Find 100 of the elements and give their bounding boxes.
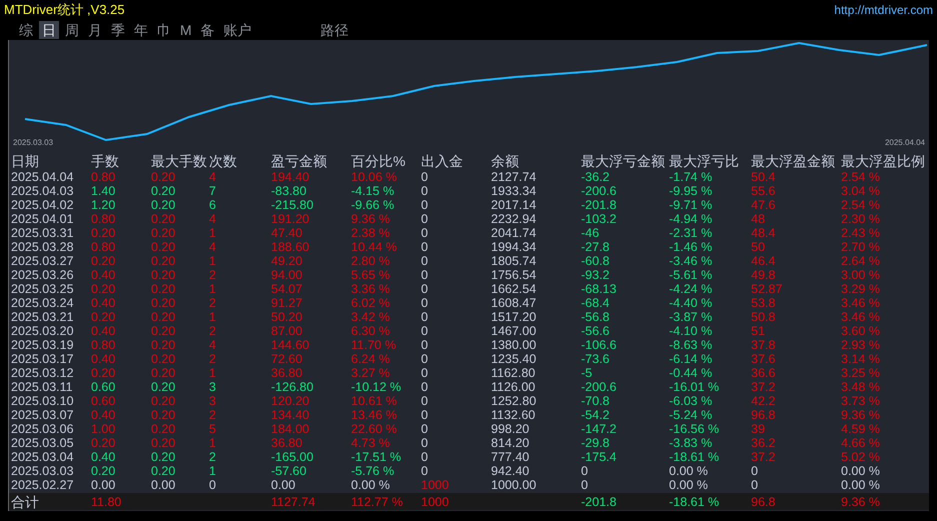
- period-tab[interactable]: 综: [16, 21, 36, 39]
- table-cell-text: 3.46 %: [841, 296, 881, 310]
- table-cell-text: -17.51 %: [351, 450, 402, 464]
- table-cell-text: 0.20: [91, 226, 116, 240]
- table-cell-text: 50.8: [751, 310, 776, 324]
- table-cell-text: 11.70 %: [351, 338, 397, 352]
- period-tab[interactable]: 周: [62, 21, 82, 39]
- table-cell-text: -68.13: [581, 282, 618, 296]
- table-cell-text: -5.61 %: [669, 268, 714, 282]
- table-cell-text: 0.20: [151, 366, 176, 380]
- column-header: 次数: [209, 153, 238, 170]
- table-cell-text: 2.38 %: [351, 226, 391, 240]
- table-cell-text: 3.48 %: [841, 380, 881, 394]
- table-cell-text: 0: [581, 478, 589, 492]
- period-tab[interactable]: 月: [85, 21, 105, 39]
- table-cell-text: 2.43 %: [841, 226, 881, 240]
- table-cell-text: 36.6: [751, 366, 776, 380]
- table-cell-text: 55.6: [751, 184, 776, 198]
- table-cell-text: 2232.94: [491, 212, 538, 226]
- period-tab[interactable]: 备: [198, 21, 218, 39]
- table-cell-text: 0.20: [151, 226, 176, 240]
- table-cell-text: -1.46 %: [669, 240, 714, 254]
- total-label: 合计: [11, 494, 40, 510]
- table-cell-text: 2025.03.28: [11, 240, 75, 254]
- table-cell-text: -147.2: [581, 422, 618, 436]
- table-cell-text: 36.2: [751, 436, 776, 450]
- table-cell-text: 3.04 %: [841, 184, 881, 198]
- table-cell-text: 0.20: [151, 240, 176, 254]
- table-cell-text: 3: [209, 380, 217, 394]
- table-cell-text: 72.60: [271, 352, 304, 366]
- table-cell-text: 6.24 %: [351, 352, 391, 366]
- table-cell-text: 3.60 %: [841, 324, 881, 338]
- table-cell-text: 2.64 %: [841, 254, 881, 268]
- table-cell-text: -56.8: [581, 310, 610, 324]
- table-cell-text: 2017.14: [491, 198, 538, 212]
- table-cell-text: 11.80: [91, 494, 122, 511]
- table-cell-text: 2025.03.24: [11, 296, 75, 310]
- table-cell-text: 184.00: [271, 422, 310, 436]
- period-tab[interactable]: 季: [108, 21, 128, 39]
- column-header: 百分比%: [351, 153, 406, 170]
- table-cell-text: 0.40: [91, 296, 116, 310]
- table-cell-text: 2: [209, 268, 217, 282]
- period-tab[interactable]: 日: [39, 21, 59, 39]
- table-cell-text: 0.20: [91, 310, 116, 324]
- table-cell-text: -1.74 %: [669, 170, 714, 184]
- table-cell-text: 2025.03.03: [11, 464, 75, 478]
- table-cell-text: -68.4: [581, 296, 610, 310]
- table-cell-text: 4.73 %: [351, 436, 391, 450]
- table-cell-text: 2.54 %: [841, 170, 881, 184]
- table-cell-text: 37.8: [751, 338, 776, 352]
- table-cell-text: 2025.03.31: [11, 226, 75, 240]
- table-cell-text: 1380.00: [491, 338, 538, 352]
- table-cell-text: 1.00: [91, 422, 116, 436]
- table-cell-text: 0.20: [91, 464, 116, 478]
- table-cell-text: 1994.34: [491, 240, 538, 254]
- table-cell-text: 0.00 %: [351, 478, 391, 492]
- table-cell-text: 52.87: [751, 282, 784, 296]
- table-cell-text: 0.40: [91, 450, 116, 464]
- table-cell-text: -18.61 %: [669, 450, 720, 464]
- website-link[interactable]: http://mtdriver.com: [834, 1, 933, 19]
- table-cell-text: 2025.02.27: [11, 478, 75, 492]
- table-cell-text: 0.20: [151, 422, 176, 436]
- table-cell-text: 48.4: [751, 226, 776, 240]
- table-cell-text: 0: [421, 324, 429, 338]
- table-cell-text: 0.00 %: [841, 464, 881, 478]
- table-cell-text: 144.60: [271, 338, 310, 352]
- table-cell-text: -27.8: [581, 240, 610, 254]
- table-cell-text: -57.60: [271, 464, 308, 478]
- table-cell-text: 1252.80: [491, 394, 538, 408]
- table-cell-text: 2025.04.01: [11, 212, 75, 226]
- table-cell-text: 0: [421, 226, 429, 240]
- table-cell-text: 0.40: [91, 268, 116, 282]
- period-tab[interactable]: 年: [131, 21, 151, 39]
- column-header: 最大浮盈比例: [841, 153, 926, 170]
- table-cell-text: -29.8: [581, 436, 610, 450]
- period-tab[interactable]: 路径: [318, 21, 352, 39]
- table-cell-text: -201.8: [581, 494, 618, 511]
- table-cell-text: 2127.74: [491, 170, 538, 184]
- table-cell-text: 13.46 %: [351, 408, 398, 422]
- table-cell-text: 2025.03.07: [11, 408, 75, 422]
- table-cell-text: -56.6: [581, 324, 610, 338]
- period-tab[interactable]: M: [177, 21, 195, 39]
- table-cell-text: -36.2: [581, 170, 610, 184]
- table-cell-text: 37.2: [751, 450, 776, 464]
- column-header: 盈亏金额: [271, 153, 328, 170]
- table-cell-text: 0.20: [151, 338, 176, 352]
- table-cell-text: 2025.03.06: [11, 422, 75, 436]
- table-cell-text: -200.6: [581, 184, 618, 198]
- table-cell-text: 2025.03.05: [11, 436, 75, 450]
- table-cell-text: 0.80: [91, 338, 116, 352]
- table-cell-text: 0.20: [151, 408, 176, 422]
- table-cell-text: 1.20: [91, 198, 116, 212]
- table-cell-text: 22.60 %: [351, 422, 398, 436]
- period-tab[interactable]: 账户: [220, 21, 255, 39]
- table-cell-text: 4: [209, 212, 217, 226]
- table-cell-text: 0: [421, 240, 429, 254]
- table-cell-text: 39: [751, 422, 766, 436]
- table-cell-text: -3.87 %: [669, 310, 714, 324]
- period-tab[interactable]: 巾: [154, 21, 174, 39]
- axis-label: 2025.04.04: [884, 137, 925, 149]
